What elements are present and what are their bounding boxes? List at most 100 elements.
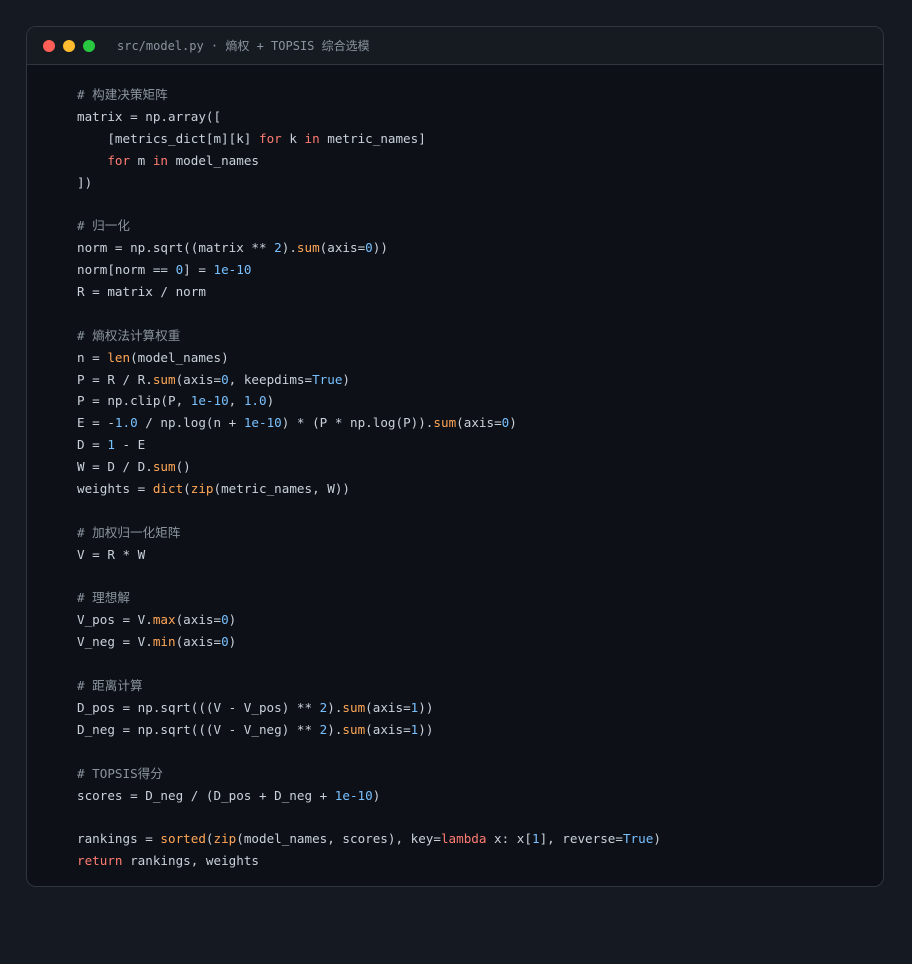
code-token: )) xyxy=(372,240,388,256)
code-line: # 加权归一化矩阵 xyxy=(77,522,661,544)
code-line: [metrics_dict[m][k] for k in metric_name… xyxy=(77,128,661,150)
code-line: D_pos = np.sqrt(((V - V_pos) ** 2).sum(a… xyxy=(77,697,661,719)
code-line: # 距离计算 xyxy=(77,675,661,697)
code-token: V = R * W xyxy=(77,546,146,562)
code-token: weights = xyxy=(77,481,153,497)
code-token: ], reverse= xyxy=(539,831,623,847)
code-token: sum xyxy=(342,699,366,715)
code-token: return xyxy=(77,853,123,869)
code-token: True xyxy=(312,371,343,387)
code-token: matrix = np.array([ xyxy=(77,108,222,124)
code-token: (axis= xyxy=(365,721,411,737)
code-token: P = R / R. xyxy=(77,371,153,387)
code-token: / np.log(n + xyxy=(137,415,244,431)
code-token: (axis= xyxy=(456,415,502,431)
code-line: E = -1.0 / np.log(n + 1e-10) * (P * np.l… xyxy=(77,412,661,434)
code-token: ) xyxy=(653,831,661,847)
code-token: 1.0 xyxy=(243,393,267,409)
code-token: sum xyxy=(433,415,457,431)
close-dot[interactable] xyxy=(43,39,55,52)
code-line: W = D / D.sum() xyxy=(77,456,661,478)
window-title: src/model.py · 熵权 + TOPSIS 综合选模 xyxy=(117,39,370,53)
code-token: max xyxy=(152,612,176,628)
code-token: D_neg = np.sqrt(((V - V_neg) ** xyxy=(77,721,320,737)
code-line: scores = D_neg / (D_pos + D_neg + 1e-10) xyxy=(77,785,661,807)
code-token: min xyxy=(152,634,176,650)
code-token: m xyxy=(130,152,153,168)
code-token: (metric_names, W)) xyxy=(213,481,350,497)
code-token: sum xyxy=(152,459,176,475)
code-token: , keepdims= xyxy=(228,371,313,387)
code-token: # TOPSIS得分 xyxy=(77,765,163,781)
code-line: return rankings, weights xyxy=(77,850,661,872)
code-token: (model_names) xyxy=(130,349,229,365)
code-token: (axis= xyxy=(175,612,222,628)
code-line: weights = dict(zip(metric_names, W)) xyxy=(77,478,661,500)
code-token: rankings = xyxy=(77,831,161,847)
code-token: V_pos = V. xyxy=(77,612,153,628)
code-line: ]) xyxy=(77,172,661,194)
code-line: norm[norm == 0] = 1e-10 xyxy=(77,259,661,281)
code-token: [metrics_dict[m][k] xyxy=(77,130,259,146)
code-line: V_neg = V.min(axis=0) xyxy=(77,631,661,653)
code-token: ( xyxy=(183,481,191,497)
code-token: ) xyxy=(509,415,517,431)
code-token: ). xyxy=(327,721,343,737)
minimize-dot[interactable] xyxy=(63,39,75,52)
code-token: )) xyxy=(418,721,434,737)
code-token: W = D / D. xyxy=(77,459,153,475)
code-token: # 理想解 xyxy=(77,590,130,606)
code-token: 1e-10 xyxy=(213,262,252,278)
code-token: R = matrix / norm xyxy=(77,284,206,300)
code-token: for xyxy=(258,130,282,146)
code-token: norm[norm == xyxy=(77,262,176,278)
code-token: 1e-10 xyxy=(334,787,373,803)
code-token: dict xyxy=(152,481,184,497)
code-block[interactable]: # 构建决策矩阵 matrix = np.array([ [metrics_dic… xyxy=(77,84,661,872)
code-token: 2 xyxy=(274,240,282,256)
code-token: - E xyxy=(114,437,146,453)
code-token: ) * (P * np.log(P)). xyxy=(281,415,434,431)
code-token: ] = xyxy=(183,262,214,278)
code-token: in xyxy=(152,152,169,168)
code-token: zip xyxy=(213,831,237,847)
code-token: (axis= xyxy=(175,371,222,387)
code-line: n = len(model_names) xyxy=(77,347,661,369)
code-line: # 归一化 xyxy=(77,215,661,237)
code-token: sum xyxy=(296,240,320,256)
code-token: # 加权归一化矩阵 xyxy=(77,524,181,540)
code-token: rankings, weights xyxy=(122,853,259,869)
code-line: # 熵权法计算权重 xyxy=(77,325,661,347)
code-token: (model_names, scores), key= xyxy=(236,831,441,847)
code-token: ). xyxy=(281,240,297,256)
editor-window: src/model.py · 熵权 + TOPSIS 综合选模 # 构建决策矩阵… xyxy=(26,26,884,887)
code-token: sorted xyxy=(160,831,206,847)
code-token: lambda xyxy=(440,831,487,847)
code-line: P = np.clip(P, 1e-10, 1.0) xyxy=(77,390,661,412)
code-token: x: x[ xyxy=(486,831,532,847)
code-line: D = 1 - E xyxy=(77,434,661,456)
code-token: ) xyxy=(228,612,237,628)
code-token: # 熵权法计算权重 xyxy=(77,327,181,343)
code-token: for xyxy=(107,152,131,168)
code-line: V_pos = V.max(axis=0) xyxy=(77,609,661,631)
code-token: 1e-10 xyxy=(243,415,282,431)
code-token: 1 xyxy=(531,831,540,847)
code-token: zip xyxy=(190,481,214,497)
title-bar: src/model.py · 熵权 + TOPSIS 综合选模 xyxy=(27,27,883,65)
code-token: sum xyxy=(152,371,176,387)
code-token: 1 xyxy=(107,437,115,453)
code-token: 0 xyxy=(221,634,229,650)
code-line: # 理想解 xyxy=(77,587,661,609)
maximize-dot[interactable] xyxy=(83,39,95,52)
code-line: rankings = sorted(zip(model_names, score… xyxy=(77,828,661,850)
code-token: )) xyxy=(418,699,434,715)
code-token: ]) xyxy=(77,174,93,190)
code-token: ) xyxy=(342,371,351,387)
